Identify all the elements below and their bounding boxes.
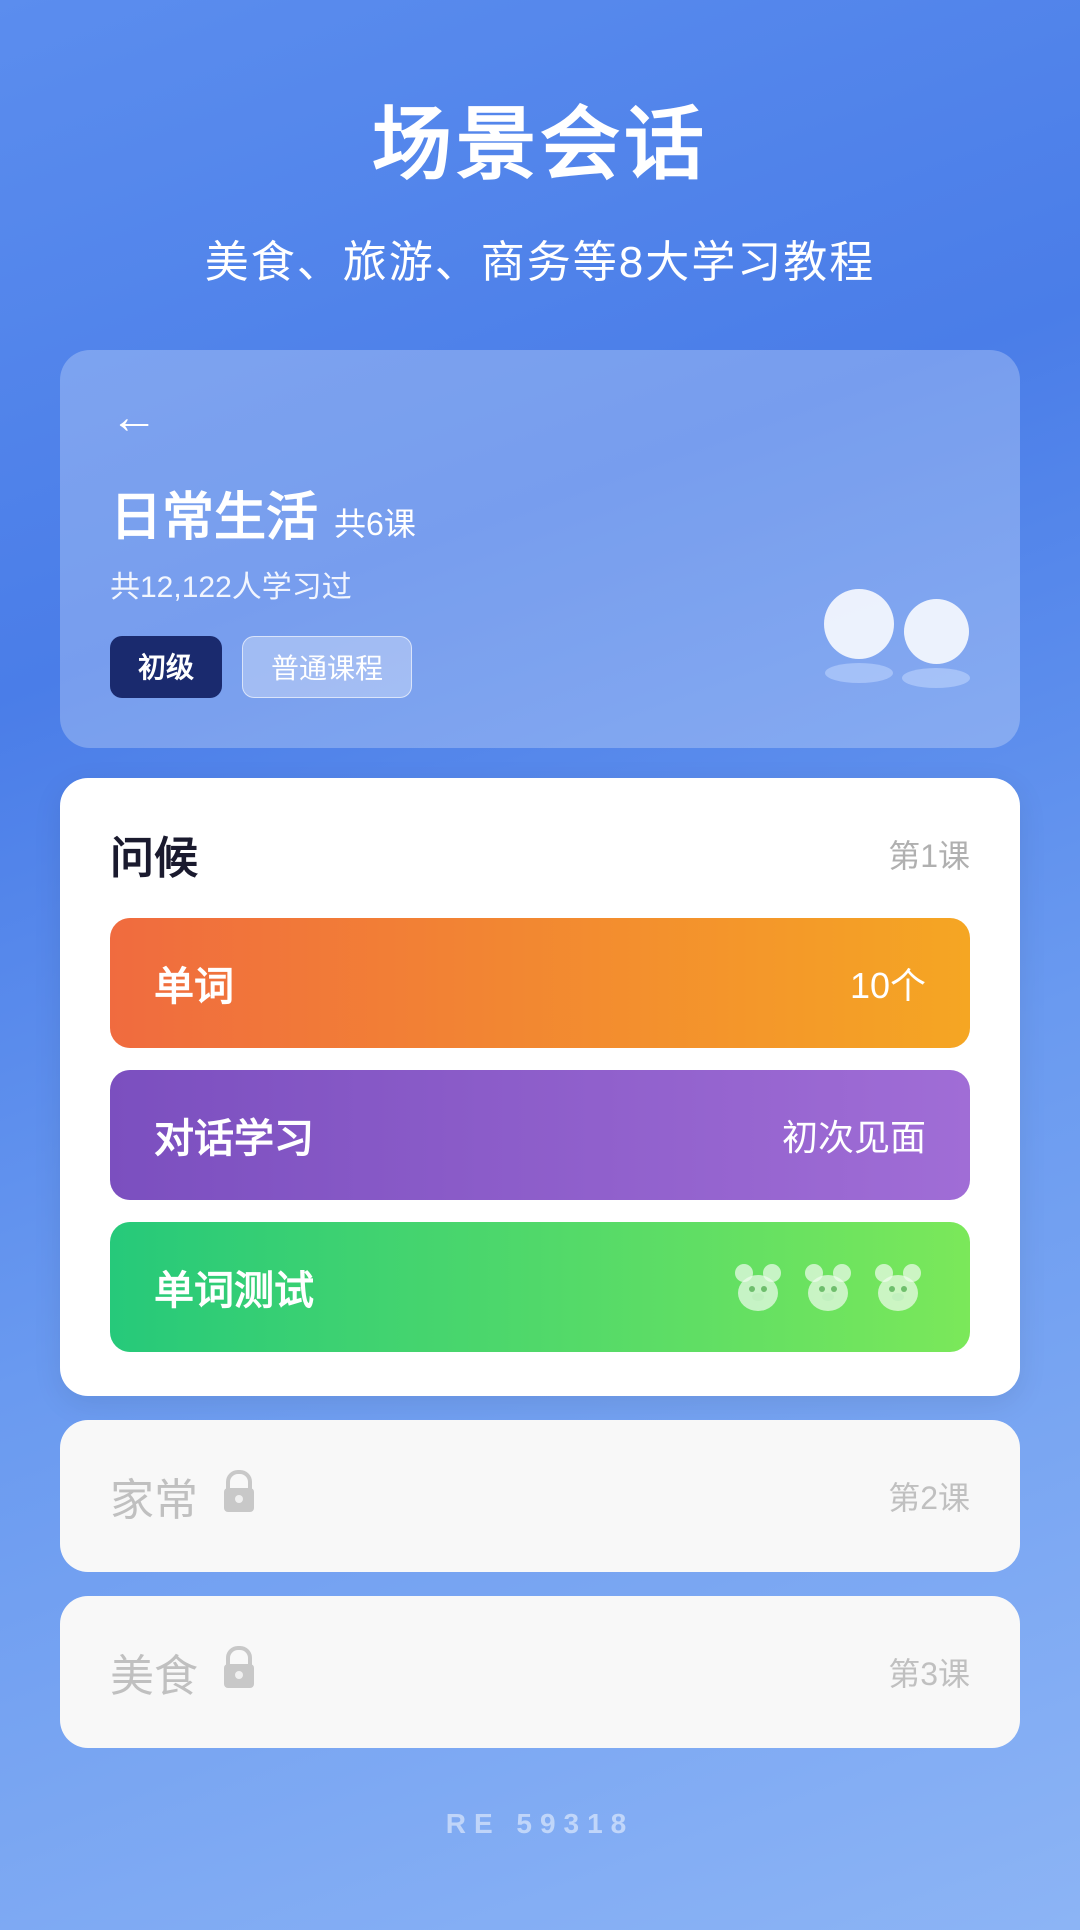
bear-icons xyxy=(730,1259,926,1315)
vocab-label: 单词 xyxy=(154,954,234,1012)
tag-type[interactable]: 普通课程 xyxy=(242,636,412,698)
mascot-shadow-right xyxy=(902,668,970,688)
lesson-card-1: 问候 第1课 单词 10个 对话学习 初次见面 单词测试 xyxy=(60,778,1020,1396)
course-count: 共6课 xyxy=(334,499,416,545)
vocab-value: 10个 xyxy=(850,957,926,1009)
mascot-circle-left xyxy=(824,589,894,659)
mascot-circle-right xyxy=(904,599,969,664)
bear-icon-3 xyxy=(870,1259,926,1315)
watermark: RE 59318 xyxy=(0,1748,1080,1870)
lesson-card-3: 美食 第3课 xyxy=(60,1596,1020,1748)
course-title: 日常生活 xyxy=(110,475,318,550)
lesson-3-left: 美食 xyxy=(110,1640,260,1704)
lesson-1-header: 问候 第1课 xyxy=(110,822,970,886)
bear-icon-2 xyxy=(800,1259,856,1315)
dialogue-value: 初次见面 xyxy=(782,1109,926,1161)
lesson-3-number: 第3课 xyxy=(888,1649,970,1695)
dialogue-button[interactable]: 对话学习 初次见面 xyxy=(110,1070,970,1200)
header-section: 场景会话 美食、旅游、商务等8大学习教程 xyxy=(0,0,1080,330)
subtitle: 美食、旅游、商务等8大学习教程 xyxy=(60,226,1020,290)
test-label: 单词测试 xyxy=(154,1258,314,1316)
lessons-container: 问候 第1课 单词 10个 对话学习 初次见面 单词测试 xyxy=(60,778,1020,1748)
course-title-row: 日常生活 共6课 xyxy=(110,475,970,550)
tag-level[interactable]: 初级 xyxy=(110,636,222,698)
main-title: 场景会话 xyxy=(60,80,1020,196)
lesson-3-name: 美食 xyxy=(110,1640,198,1704)
dialogue-label: 对话学习 xyxy=(154,1106,314,1164)
test-button[interactable]: 单词测试 xyxy=(110,1222,970,1352)
lock-icon-2 xyxy=(218,1466,260,1526)
page-wrapper: 场景会话 美食、旅游、商务等8大学习教程 ← 日常生活 共6课 共12,122人… xyxy=(0,0,1080,1930)
lesson-2-number: 第2课 xyxy=(888,1473,970,1519)
back-button[interactable]: ← xyxy=(110,390,158,445)
lesson-1-number: 第1课 xyxy=(888,831,970,877)
lesson-card-2: 家常 第2课 xyxy=(60,1420,1020,1572)
mascot-shadow-left xyxy=(825,663,893,683)
vocab-button[interactable]: 单词 10个 xyxy=(110,918,970,1048)
course-info: 日常生活 共6课 共12,122人学习过 xyxy=(110,475,970,606)
mascot-decoration xyxy=(824,589,970,688)
lesson-2-left: 家常 xyxy=(110,1464,260,1528)
lesson-1-name: 问候 xyxy=(110,822,198,886)
course-card: ← 日常生活 共6课 共12,122人学习过 初级 普通课程 xyxy=(60,350,1020,748)
lock-icon-3 xyxy=(218,1642,260,1702)
lesson-2-name: 家常 xyxy=(110,1464,198,1528)
bear-icon-1 xyxy=(730,1259,786,1315)
